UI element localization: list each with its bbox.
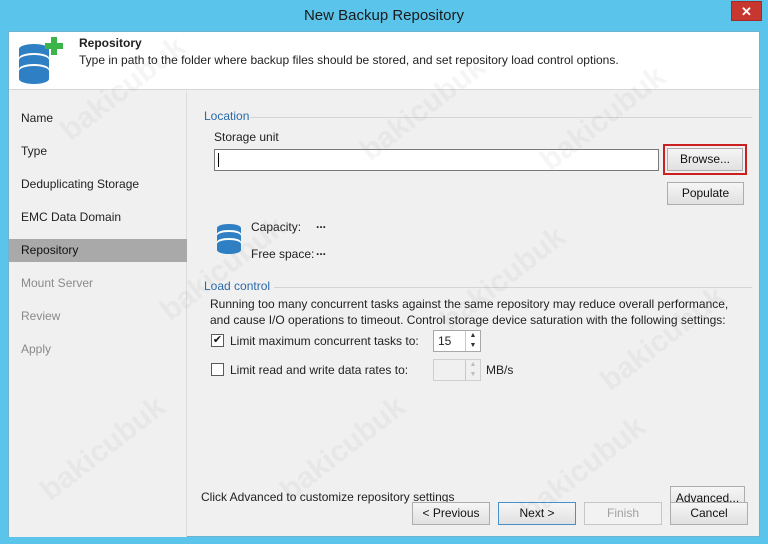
header-description: Type in path to the folder where backup … <box>79 53 619 67</box>
storage-database-icon <box>217 224 241 254</box>
spin-down-icon[interactable]: ▼ <box>466 341 480 351</box>
text-caret <box>218 153 219 167</box>
step-type[interactable]: Type <box>9 140 187 163</box>
limit-rate-checkbox[interactable] <box>211 363 224 376</box>
cancel-button[interactable]: Cancel <box>670 502 748 525</box>
limit-tasks-value: 15 <box>438 334 452 348</box>
step-mount-server: Mount Server <box>21 276 94 290</box>
wizard-steps-sidebar: Name Type Deduplicating Storage EMC Data… <box>9 91 187 537</box>
repository-add-icon <box>19 37 63 84</box>
free-space-label: Free space: <box>251 247 315 261</box>
load-control-divider <box>274 287 752 288</box>
step-apply: Apply <box>21 342 52 356</box>
load-control-description-2: and cause I/O operations to timeout. Con… <box>210 313 726 327</box>
title-bar[interactable]: New Backup Repository ✕ <box>0 0 768 32</box>
wizard-window: New Backup Repository ✕ Repository Type … <box>0 0 768 544</box>
load-control-section-label: Load control <box>204 279 271 293</box>
step-deduplicating-storage[interactable]: Deduplicating Storage <box>9 173 187 196</box>
free-space-value: ... <box>316 244 327 258</box>
location-section-label: Location <box>204 109 250 123</box>
close-button[interactable]: ✕ <box>731 1 762 21</box>
wizard-header: Repository Type in path to the folder wh… <box>9 32 759 90</box>
header-title: Repository <box>79 36 142 50</box>
spin-up-icon[interactable]: ▲ <box>466 360 480 370</box>
next-button[interactable]: Next > <box>498 502 576 525</box>
limit-tasks-checkbox[interactable]: ✔ <box>211 334 224 347</box>
previous-button[interactable]: < Previous <box>412 502 490 525</box>
location-divider <box>250 117 752 118</box>
limit-rate-label: Limit read and write data rates to: <box>230 363 409 377</box>
capacity-label: Capacity: <box>251 220 302 234</box>
limit-rate-spinner[interactable]: ▲ ▼ <box>433 359 481 381</box>
browse-button[interactable]: Browse... <box>667 148 743 171</box>
populate-button[interactable]: Populate <box>667 182 744 205</box>
spin-up-icon[interactable]: ▲ <box>466 331 480 341</box>
limit-tasks-label: Limit maximum concurrent tasks to: <box>230 334 419 348</box>
capacity-value: ... <box>316 217 327 231</box>
spin-down-icon[interactable]: ▼ <box>466 370 480 380</box>
step-review: Review <box>21 309 61 323</box>
step-repository[interactable]: Repository <box>9 239 187 262</box>
load-control-description-1: Running too many concurrent tasks agains… <box>210 297 729 311</box>
limit-rate-unit: MB/s <box>486 363 514 377</box>
storage-unit-input[interactable] <box>214 149 659 171</box>
wizard-client-area: Repository Type in path to the folder wh… <box>8 30 760 537</box>
step-emc-data-domain[interactable]: EMC Data Domain <box>9 206 187 229</box>
storage-unit-label: Storage unit <box>214 130 279 144</box>
limit-rate-arrows: ▲ ▼ <box>465 360 480 380</box>
limit-tasks-arrows: ▲ ▼ <box>465 331 480 351</box>
limit-tasks-spinner[interactable]: 15 ▲ ▼ <box>433 330 481 352</box>
window-title: New Backup Repository <box>303 7 465 24</box>
wizard-content: Location Storage unit Browse... Populate <box>188 91 759 537</box>
finish-button: Finish <box>584 502 662 525</box>
step-name[interactable]: Name <box>9 107 187 130</box>
